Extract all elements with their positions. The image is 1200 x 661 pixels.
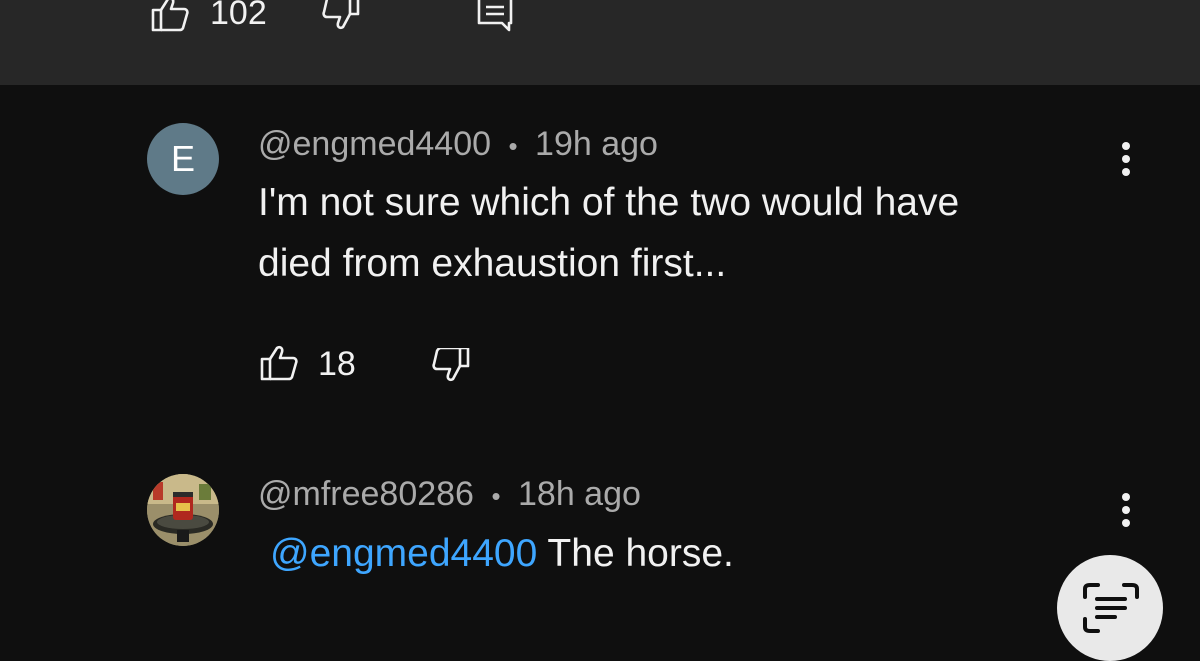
comment-text-line: I'm not sure which of the two would have [258,181,960,224]
more-options-icon[interactable] [1120,491,1132,531]
separator-dot: • [508,131,518,162]
floating-action-button[interactable] [1057,555,1163,661]
photo-avatar-image [147,474,219,546]
comment-text: I'm not sure which of the two would have… [258,172,959,294]
avatar[interactable]: E [147,123,219,195]
thumbs-down-icon[interactable] [432,348,470,384]
comment-header: @engmed4400 • 19h ago [258,127,658,161]
like-count: 102 [210,0,267,32]
comment-header: @mfree80286 • 18h ago [258,477,641,511]
avatar-letter: E [170,138,195,179]
comment-text-line: died from exhaustion first... [258,242,727,285]
thumbs-down-icon[interactable] [322,0,360,32]
comment-time: 19h ago [535,125,658,163]
comment-author[interactable]: @mfree80286 [258,475,474,513]
comment-text: @engmed4400 The horse. [270,523,734,584]
comment-time: 18h ago [518,475,641,513]
mention-link[interactable]: @engmed4400 [270,532,537,575]
more-options-icon[interactable] [1120,140,1132,180]
thumbs-up-icon[interactable] [260,345,298,381]
comment-author[interactable]: @engmed4400 [258,125,491,163]
like-count: 18 [318,345,356,383]
comment-icon[interactable] [476,0,514,32]
transcript-scan-icon [1083,583,1139,633]
avatar[interactable] [147,474,219,546]
thumbs-up-icon[interactable] [151,0,189,32]
comment-text-line: The horse. [537,532,734,575]
separator-dot: • [491,481,501,512]
